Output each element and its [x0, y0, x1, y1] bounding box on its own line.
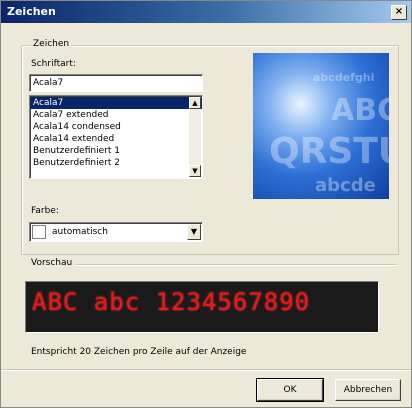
scroll-down-icon[interactable]: ▼ — [189, 165, 201, 177]
scroll-up-icon[interactable]: ▲ — [189, 97, 201, 109]
font-input-value: Acala7 — [33, 78, 64, 88]
close-button[interactable]: × — [391, 5, 407, 20]
color-value: automatisch — [52, 227, 108, 237]
font-input[interactable]: Acala7 — [29, 74, 203, 92]
display-text: ABC abc 1234567890 — [32, 288, 311, 316]
font-label: Schriftart: — [31, 59, 76, 69]
preview-image-line: ABC — [331, 93, 389, 128]
window-title: Zeichen — [7, 5, 56, 18]
led-display: ABC abc 1234567890 — [25, 281, 379, 333]
footer-separator — [1, 369, 411, 371]
preview-image-line: QRSTU — [269, 131, 389, 172]
ok-button[interactable]: OK — [256, 378, 324, 402]
font-preview-image: abcdefghi ABC QRSTU abcde — [253, 53, 389, 199]
font-list-item[interactable]: Acala7 — [30, 97, 202, 109]
font-list[interactable]: Acala7 Acala7 extended Acala14 condensed Ac… — [29, 95, 203, 179]
preview-label: Vorschau — [31, 258, 73, 268]
title-bar: Zeichen × — [1, 1, 411, 23]
font-list-item[interactable]: Benutzerdefiniert 1 — [30, 145, 202, 157]
character-dialog: Zeichen × Zeichen Schriftart: Acala7 Aca… — [0, 0, 412, 408]
font-list-items: Acala7 Acala7 extended Acala14 condensed Ac… — [30, 96, 202, 169]
chevron-down-icon[interactable]: ▼ — [187, 224, 201, 240]
color-label: Farbe: — [31, 206, 59, 216]
preview-separator — [75, 264, 397, 266]
color-swatch — [32, 225, 46, 239]
font-list-item[interactable]: Acala14 condensed — [30, 121, 202, 133]
cancel-button[interactable]: Abbrechen — [335, 379, 401, 401]
font-list-item[interactable]: Acala7 extended — [30, 109, 202, 121]
font-list-item[interactable]: Acala14 extended — [30, 133, 202, 145]
preview-image-line: abcde — [315, 175, 376, 196]
color-combobox[interactable]: automatisch ▼ — [29, 222, 203, 242]
info-text: Entspricht 20 Zeichen pro Zeile auf der … — [31, 347, 247, 357]
group-legend: Zeichen — [31, 39, 72, 49]
preview-image-line: abcdefghi — [313, 71, 375, 84]
font-list-item[interactable]: Benutzerdefiniert 2 — [30, 157, 202, 169]
font-list-scrollbar[interactable]: ▲ ▼ — [189, 97, 201, 177]
close-icon: × — [394, 6, 404, 17]
